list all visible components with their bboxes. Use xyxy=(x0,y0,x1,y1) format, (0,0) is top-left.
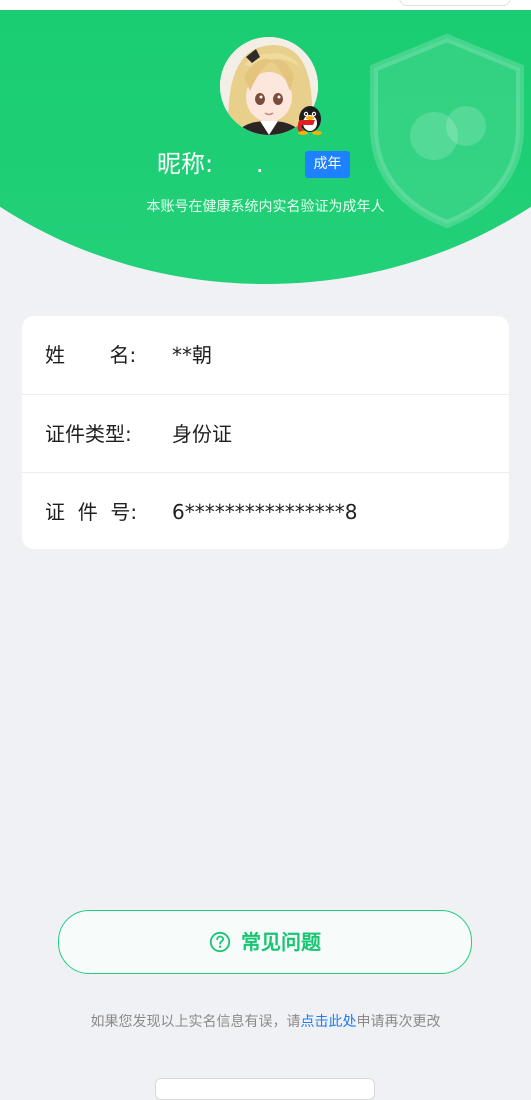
faq-button-content: 常见问题 xyxy=(59,911,471,973)
id-type-row: 证件类型: 身份证 xyxy=(22,394,509,473)
name-row: 姓 名: **朝 xyxy=(22,316,509,394)
top-edge-control xyxy=(399,0,511,6)
correction-note-suffix: 申请再次更改 xyxy=(356,1014,441,1030)
qq-penguin-icon xyxy=(297,106,322,135)
correction-note-prefix: 如果您发现以上实名信息有误，请 xyxy=(90,1014,301,1030)
bottom-home-indicator xyxy=(155,1078,375,1100)
top-strip xyxy=(0,0,531,10)
correction-note: 如果您发现以上实名信息有误，请点击此处申请再次更改 xyxy=(0,1011,531,1033)
id-number-value: 6****************8 xyxy=(172,500,358,524)
verification-note: 本账号在健康系统内实名验证为成年人 xyxy=(146,199,385,215)
id-number-row: 证 件 号: 6****************8 xyxy=(22,472,509,551)
name-label: 姓 名: xyxy=(45,343,137,367)
nickname-row: 昵称: . 成年 xyxy=(0,146,531,182)
id-number-label: 证 件 号: xyxy=(45,500,138,524)
adult-status-badge: 成年 xyxy=(305,151,350,178)
nickname-label: 昵称: xyxy=(157,150,214,178)
click-here-link[interactable]: 点击此处 xyxy=(301,1014,357,1030)
name-value: **朝 xyxy=(172,343,212,367)
nickname-value: . xyxy=(256,150,264,178)
faq-button[interactable]: 常见问题 xyxy=(58,910,472,974)
id-type-value: 身份证 xyxy=(172,422,232,446)
faq-button-label: 常见问题 xyxy=(241,930,321,954)
question-circle-icon xyxy=(209,931,231,953)
id-type-label: 证件类型: xyxy=(45,422,132,446)
identity-info-card: 姓 名: **朝 证件类型: 身份证 证 件 号: 6*************… xyxy=(22,316,509,549)
